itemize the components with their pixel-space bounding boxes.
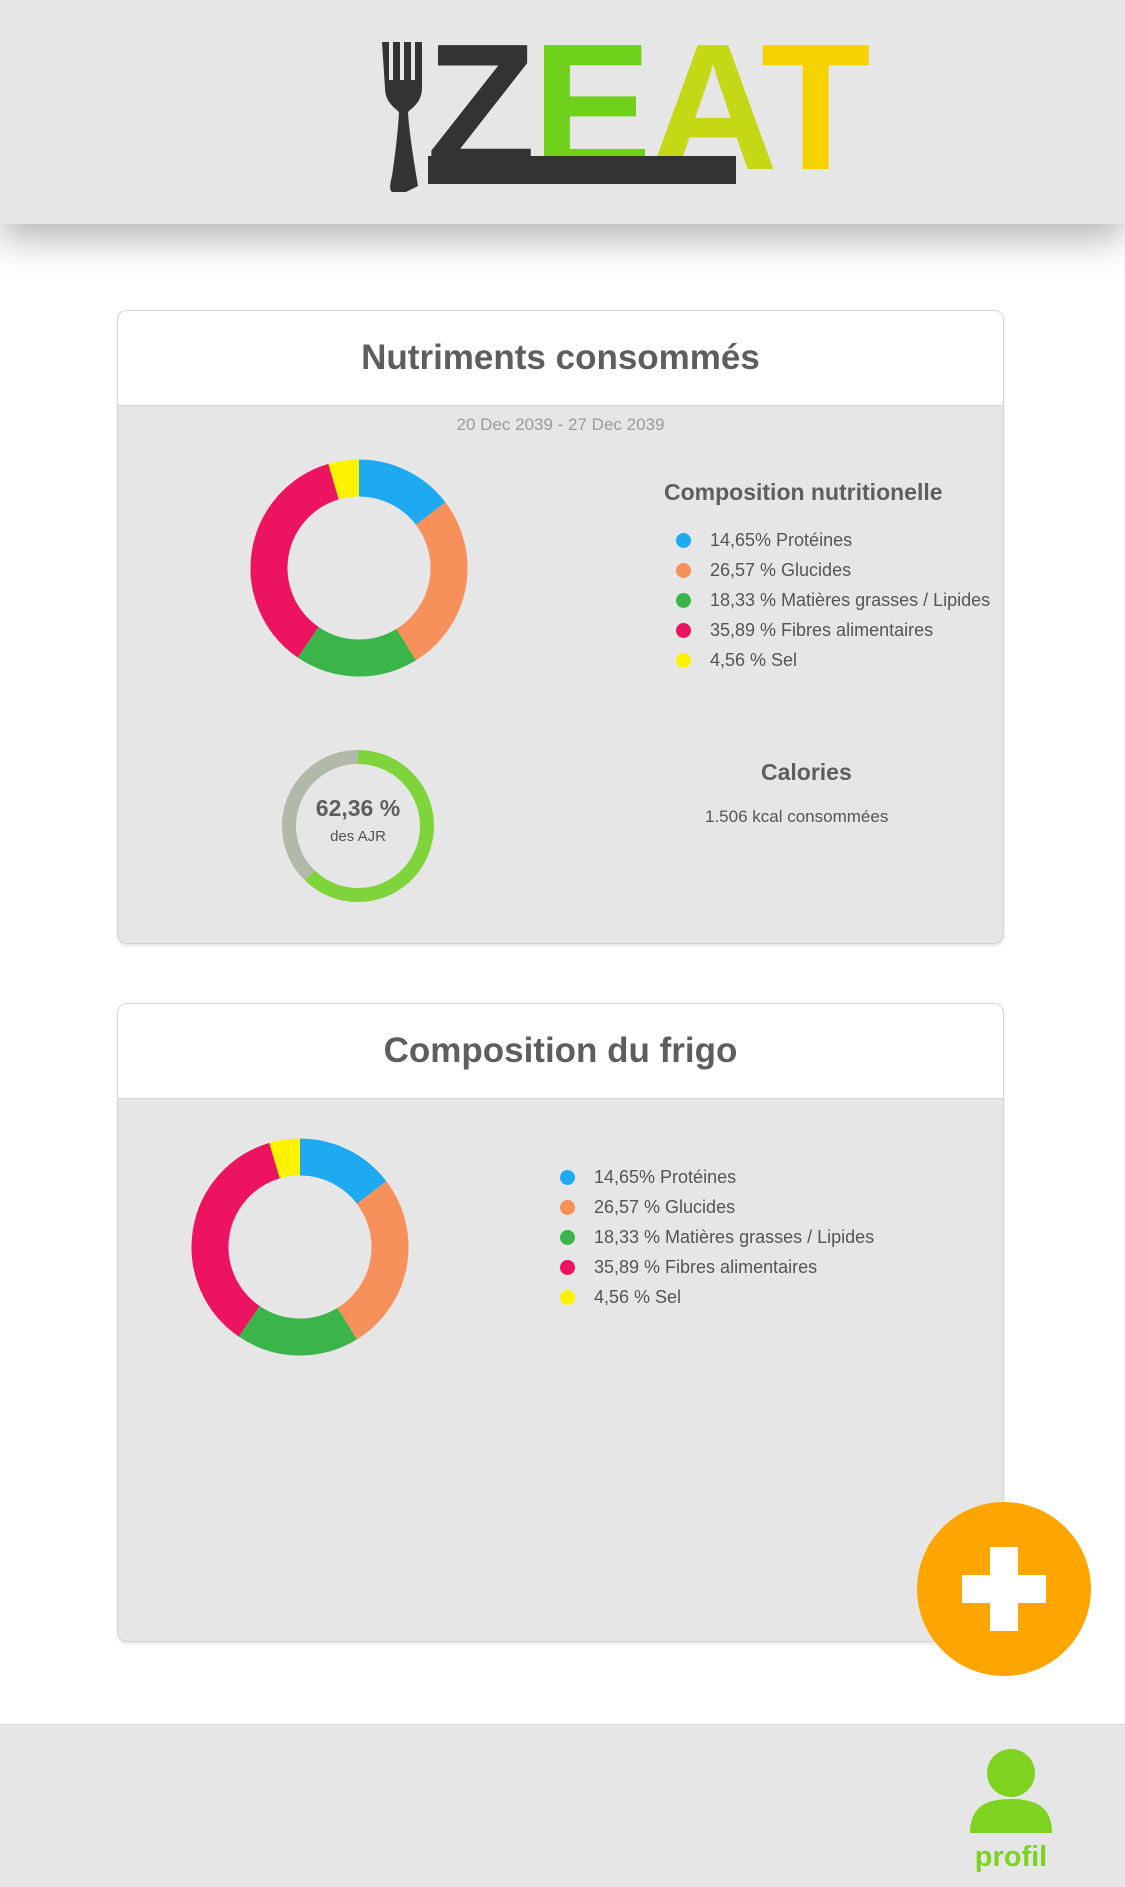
plus-icon [962, 1547, 1046, 1631]
nutrients-card-title: Nutriments consommés [361, 338, 760, 377]
fridge-legend: 14,65% Protéines 26,57 % Glucides 18,33 %… [560, 1162, 874, 1312]
slice-sel[interactable] [269, 1138, 301, 1179]
slice-sel[interactable] [328, 459, 360, 500]
legend-color-dot [676, 623, 691, 638]
legend-color-dot [676, 563, 691, 578]
legend-color-dot [560, 1290, 575, 1305]
legend-item[interactable]: 18,33 % Matières grasses / Lipides [560, 1222, 874, 1252]
user-icon [970, 1749, 1052, 1833]
fridge-card: Composition du frigo 14,65% Protéines 26… [117, 1003, 1004, 1642]
fridge-card-title: Composition du frigo [383, 1031, 738, 1070]
logo-letter-t: T [760, 7, 871, 208]
fork-icon [382, 42, 422, 192]
legend-label: 35,89 % Fibres alimentaires [594, 1257, 818, 1277]
nutrients-card: Nutriments consommés 20 Dec 2039 - 27 De… [117, 310, 1004, 944]
legend-color-dot [560, 1260, 575, 1275]
legend-label: 26,57 % Glucides [594, 1197, 736, 1217]
nutrients-legend: 14,65% Protéines 26,57 % Glucides 18,33 %… [676, 525, 990, 675]
slice-lipides[interactable] [238, 1305, 357, 1356]
slice-proteines[interactable] [299, 1138, 387, 1205]
legend-item[interactable]: 4,56 % Sel [676, 645, 990, 675]
legend-color-dot [676, 533, 691, 548]
legend-label: 18,33 % Matières grasses / Lipides [594, 1227, 875, 1247]
nutrients-card-header: Nutriments consommés [118, 311, 1003, 406]
legend-item[interactable]: 35,89 % Fibres alimentaires [676, 615, 990, 645]
legend-color-dot [560, 1200, 575, 1215]
calories-consumed-text: 1.506 kcal consommées [705, 807, 889, 826]
legend-color-dot [676, 593, 691, 608]
legend-label: 18,33 % Matières grasses / Lipides [710, 590, 991, 610]
calories-gauge-center: 62,36 % des AJR [278, 795, 438, 845]
legend-color-dot [560, 1230, 575, 1245]
slice-glucides[interactable] [395, 502, 468, 661]
slice-fibres[interactable] [250, 463, 340, 658]
legend-label: 4,56 % Sel [710, 650, 798, 670]
calories-heading: Calories [761, 759, 852, 785]
add-button[interactable] [917, 1502, 1091, 1676]
legend-color-dot [560, 1170, 575, 1185]
composition-heading: Composition nutritionelle [664, 479, 943, 505]
legend-item[interactable]: 18,33 % Matières grasses / Lipides [676, 585, 990, 615]
slice-proteines[interactable] [358, 459, 446, 526]
profile-label: profil [974, 1841, 1048, 1873]
calories-gauge-caption: des AJR [330, 828, 386, 845]
legend-item[interactable]: 35,89 % Fibres alimentaires [560, 1252, 874, 1282]
legend-item[interactable]: 26,57 % Glucides [560, 1192, 874, 1222]
legend-item[interactable]: 14,65% Protéines [676, 525, 990, 555]
nutrients-donut-chart[interactable] [244, 453, 474, 683]
legend-label: 14,65% Protéines [594, 1167, 737, 1187]
slice-fibres[interactable] [191, 1142, 281, 1337]
app-header: ZEAT [0, 0, 1125, 224]
date-range[interactable]: 20 Dec 2039 - 27 Dec 2039 [118, 415, 1003, 435]
logo-underline [428, 156, 736, 184]
legend-item[interactable]: 14,65% Protéines [560, 1162, 874, 1192]
fridge-card-header: Composition du frigo [118, 1004, 1003, 1099]
app-footer: profil [0, 1724, 1125, 1887]
legend-item[interactable]: 26,57 % Glucides [676, 555, 990, 585]
zeat-logo[interactable]: ZEAT [380, 18, 871, 198]
slice-lipides[interactable] [297, 626, 416, 677]
legend-label: 26,57 % Glucides [710, 560, 852, 580]
legend-label: 14,65% Protéines [710, 530, 853, 550]
legend-color-dot [676, 653, 691, 668]
legend-label: 35,89 % Fibres alimentaires [710, 620, 934, 640]
legend-item[interactable]: 4,56 % Sel [560, 1282, 874, 1312]
profile-button[interactable]: profil [966, 1749, 1056, 1873]
legend-label: 4,56 % Sel [594, 1287, 682, 1307]
slice-glucides[interactable] [336, 1181, 409, 1340]
calories-gauge-value: 62,36 % [315, 795, 401, 821]
fridge-donut-chart[interactable] [185, 1132, 415, 1362]
